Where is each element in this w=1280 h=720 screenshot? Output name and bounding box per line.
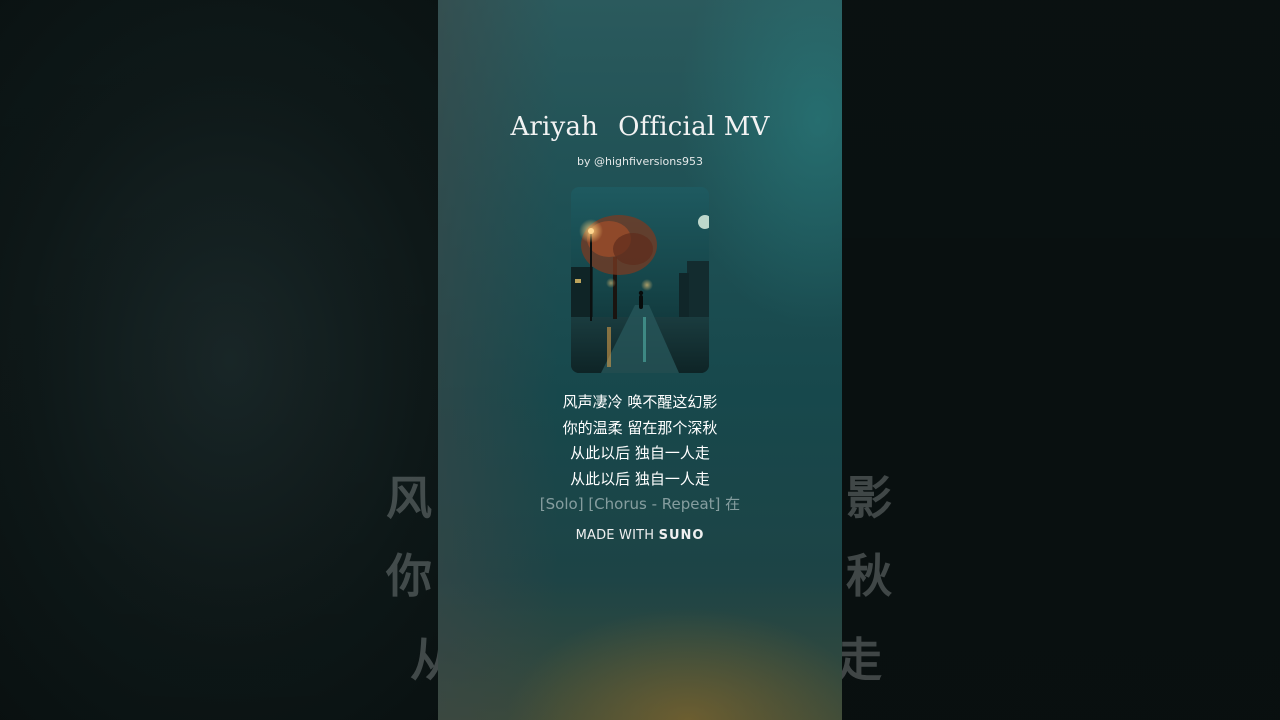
ghost-char-right-2: 秋 — [846, 549, 892, 603]
song-name: Ariyah — [510, 112, 599, 142]
lyric-line: 从此以后 独自一人走 — [570, 469, 710, 488]
song-subtitle: Official MV — [618, 112, 770, 142]
made-with-label: MADE WITH — [575, 528, 655, 543]
made-with-suno: MADE WITH SUNO — [438, 528, 842, 543]
lyrics-block: 风声凄冷 唤不醒这幻影 你的温柔 留在那个深秋 从此以后 独自一人走 从此以后 … — [438, 390, 842, 518]
ghost-char-right-1: 影 — [846, 471, 892, 525]
lyric-line: 你的温柔 留在那个深秋 — [562, 418, 718, 437]
cover-art-image — [571, 187, 709, 373]
video-frame[interactable]: Ariyah Official MV by @highfiversions953 — [438, 0, 842, 720]
lyric-line: 风声凄冷 唤不醒这幻影 — [562, 393, 718, 411]
lyric-line-upcoming: [Solo] [Chorus - Repeat] 在 — [539, 495, 741, 513]
suno-logo: SUNO — [658, 528, 705, 543]
ghost-char-right-3: 走 — [836, 633, 882, 687]
artist-byline: by @highfiversions953 — [577, 155, 703, 168]
song-title: Ariyah Official MV — [438, 112, 842, 142]
cover-art — [571, 187, 709, 373]
ghost-char-left-1: 风 — [386, 471, 432, 525]
lyric-line: 从此以后 独自一人走 — [570, 444, 710, 462]
ghost-char-left-2: 你 — [386, 549, 432, 603]
